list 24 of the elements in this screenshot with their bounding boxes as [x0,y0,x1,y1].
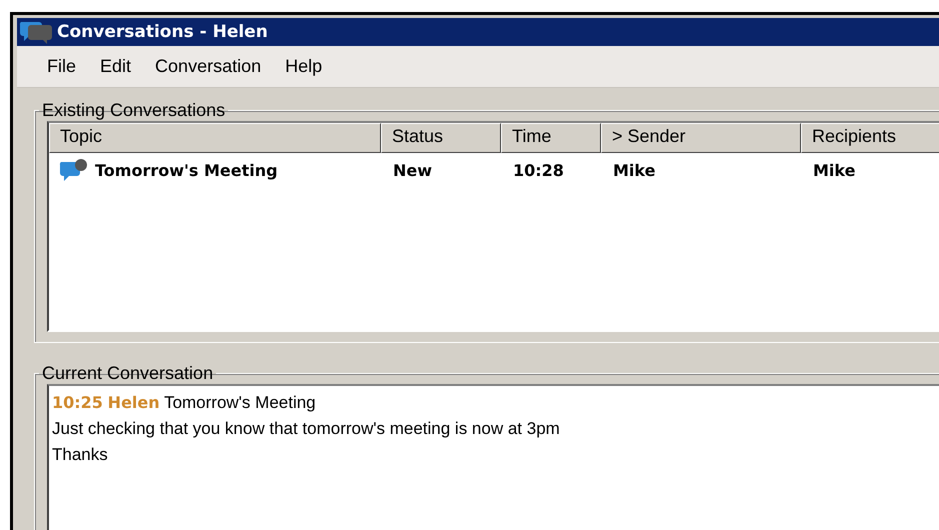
table-cell: Mike [613,160,656,180]
menu-item[interactable]: Edit [94,56,138,78]
message-line: Thanks [52,444,109,466]
message-sender: Helen [108,393,160,412]
speech-bubble-icon [59,158,89,182]
column-header[interactable]: > Sender [601,123,801,154]
menu-item[interactable]: Conversation [149,56,268,78]
table-cell: 10:28 [513,160,564,180]
table-cell: New [393,160,432,180]
group-title: Current Conversation [41,363,214,384]
message-time: 10:25 [52,393,103,412]
table-cell: Mike [813,160,856,180]
group-title: Existing Conversations [41,100,226,122]
chat-bubbles-icon [19,20,53,44]
column-header[interactable]: Status [381,123,501,154]
column-header[interactable]: Recipients [801,123,939,154]
message-line: Just checking that you know that tomorrow's meeting is now at 3pm [52,418,561,440]
column-header[interactable]: Time [501,123,601,154]
menu-item[interactable]: File [41,56,82,78]
table-cell: Tomorrow's Meeting [95,160,278,180]
window-title: Conversations - Helen [57,22,268,42]
message-subject: Tomorrow's Meeting [164,393,316,412]
menu-item[interactable]: Help [279,56,328,78]
column-header[interactable]: Topic [49,123,381,154]
